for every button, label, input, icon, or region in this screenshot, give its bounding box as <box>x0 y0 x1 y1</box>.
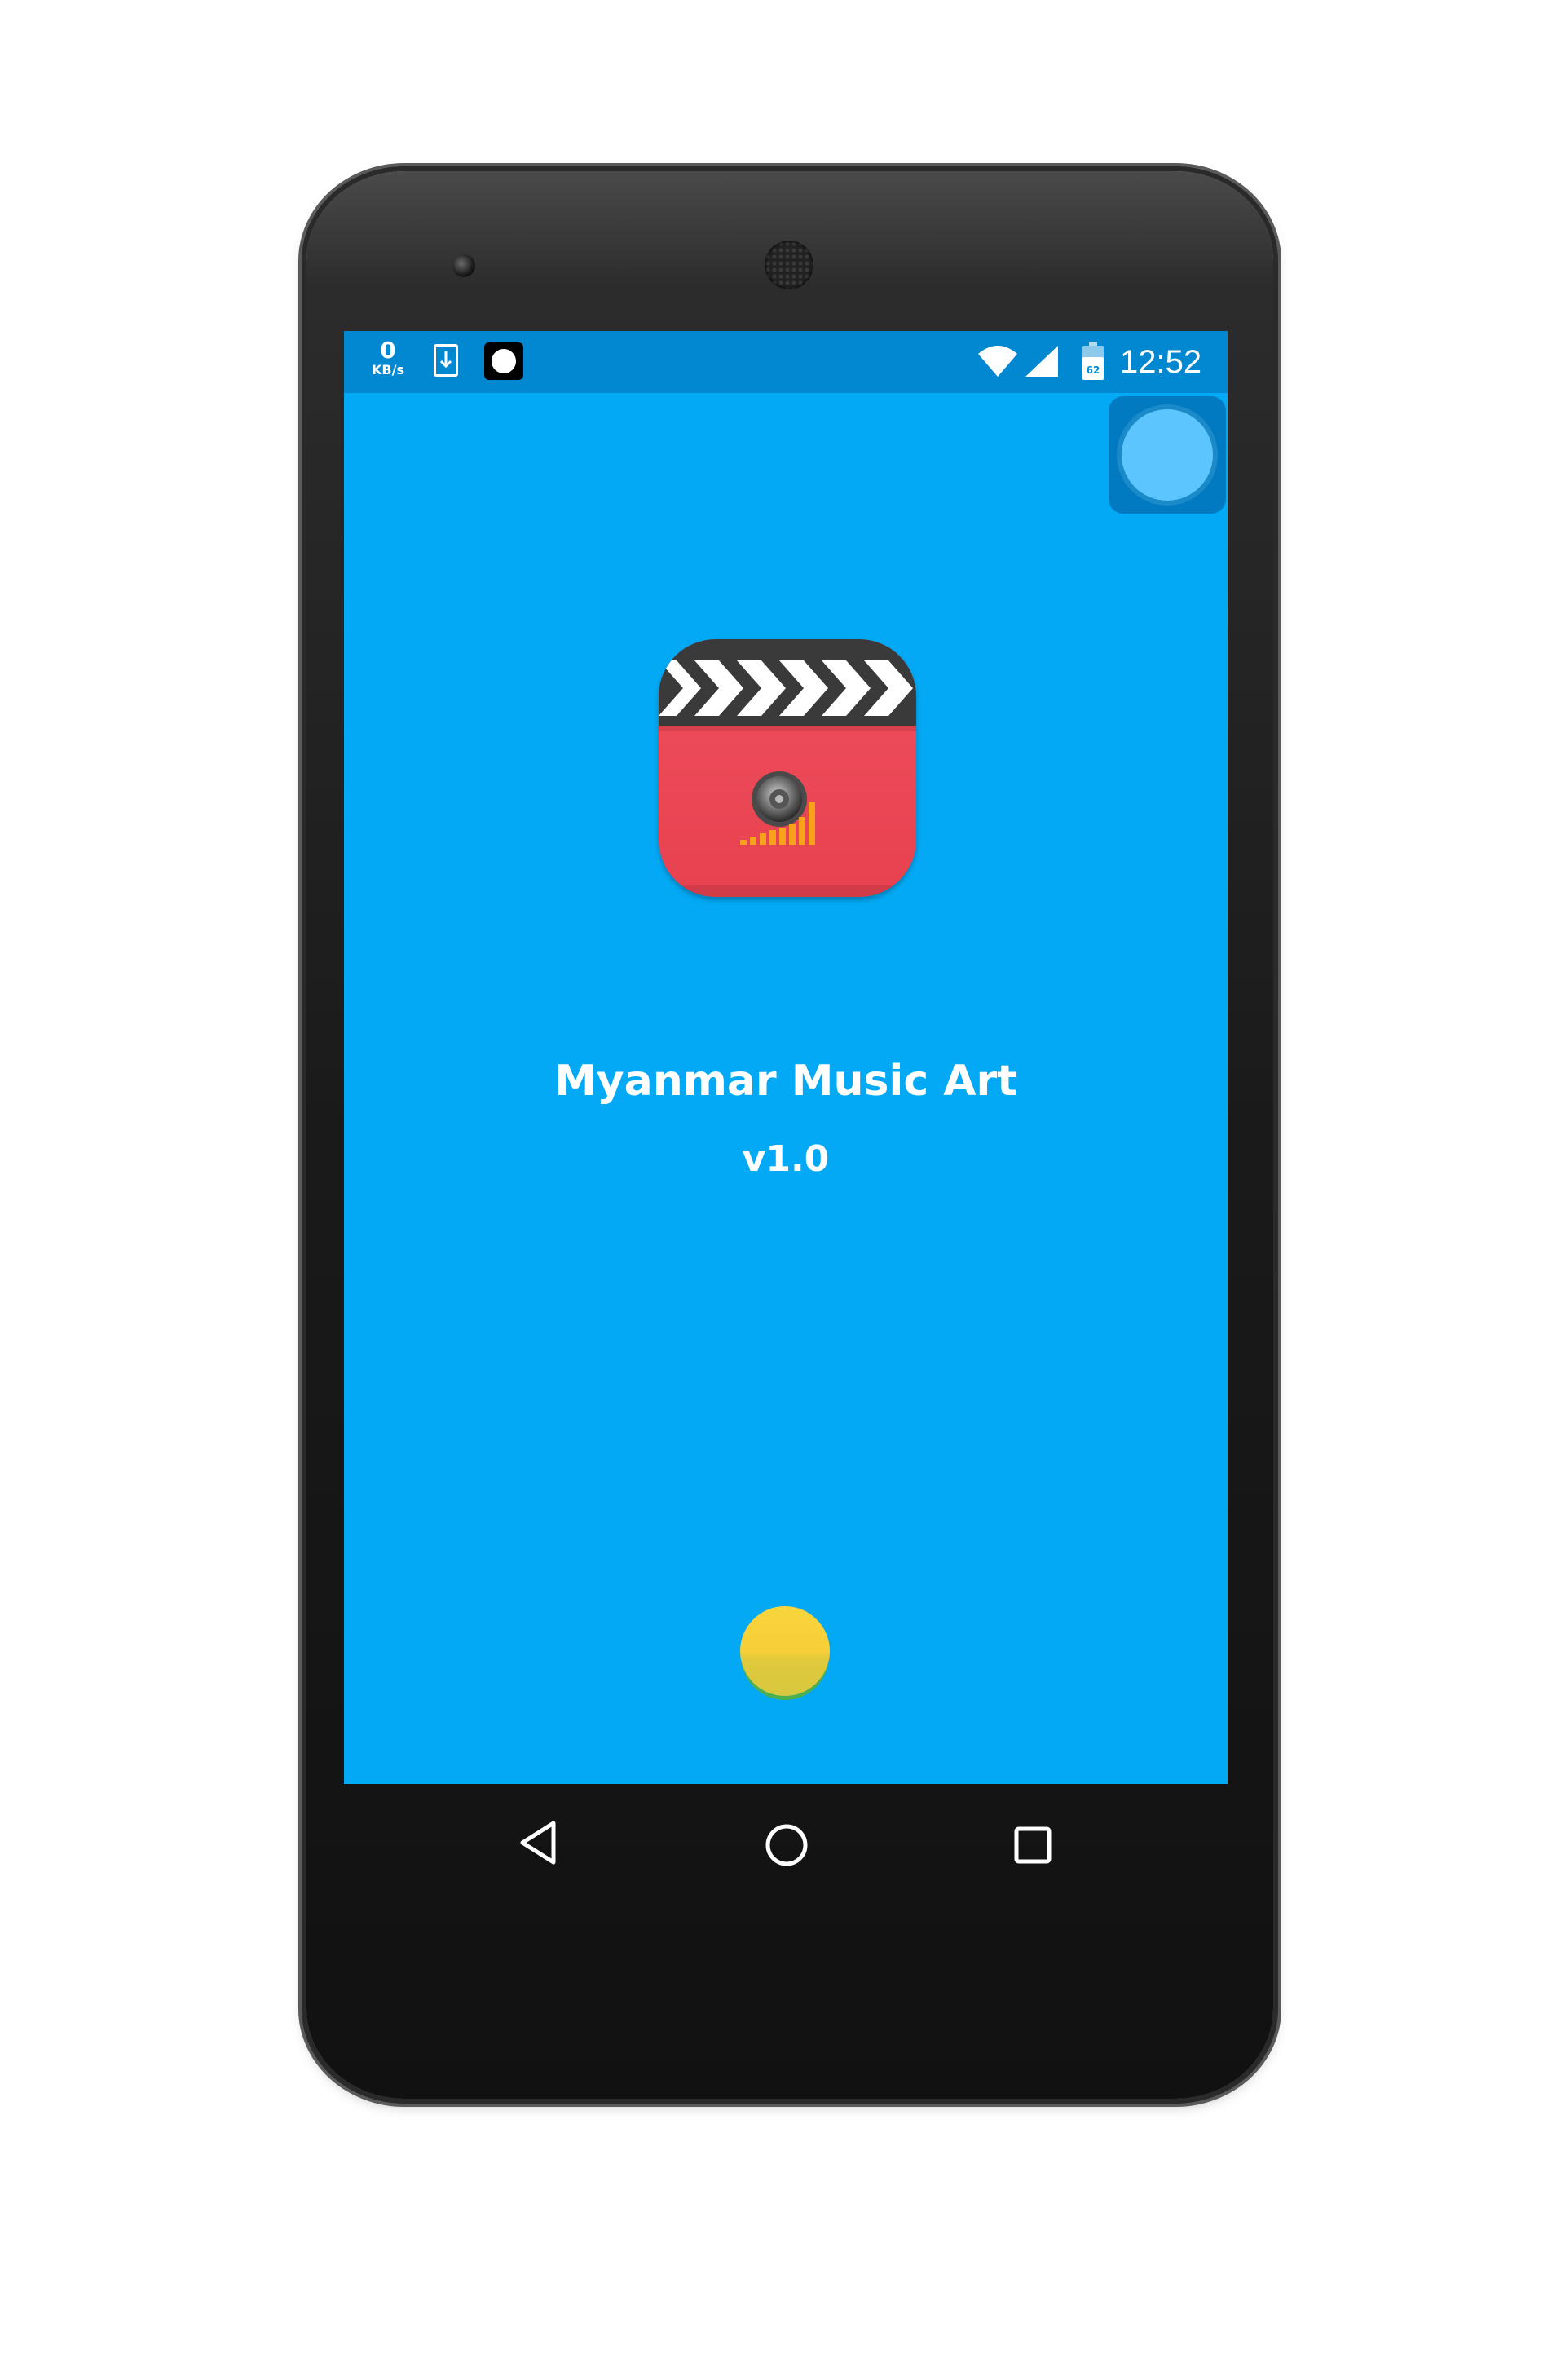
app-version: v1.0 <box>742 1138 830 1180</box>
clapperboard-speaker-icon <box>659 639 916 897</box>
network-speed-value: 0 <box>380 337 396 364</box>
network-speed-unit: KB/s <box>372 362 404 378</box>
assistive-touch-button[interactable] <box>1109 396 1226 514</box>
network-speed: 0 KB/s <box>365 339 411 377</box>
svg-text:62: 62 <box>1087 364 1100 376</box>
app-title: Myanmar Music Art <box>554 1057 1017 1106</box>
device-mockup: 0 KB/s 62 12:52 Myanmar Music Art v1.0 <box>0 0 1552 2380</box>
wifi-icon <box>978 346 1017 377</box>
assistive-touch-icon <box>1122 409 1213 501</box>
status-bar: 0 KB/s 62 12:52 <box>344 331 1228 393</box>
splash-screen: 0 KB/s 62 12:52 Myanmar Music Art v1.0 <box>344 331 1228 1784</box>
back-icon[interactable] <box>518 1820 558 1866</box>
download-icon <box>434 344 458 377</box>
battery-icon: 62 <box>1082 342 1104 380</box>
recent-apps-icon[interactable] <box>1014 1826 1052 1864</box>
home-icon[interactable] <box>765 1823 809 1867</box>
cell-signal-icon <box>1025 346 1058 377</box>
clock: 12:52 <box>1120 344 1202 380</box>
loading-indicator <box>740 1606 830 1696</box>
front-camera <box>452 254 475 277</box>
screen-record-icon <box>484 342 523 380</box>
earpiece-speaker <box>765 241 813 289</box>
